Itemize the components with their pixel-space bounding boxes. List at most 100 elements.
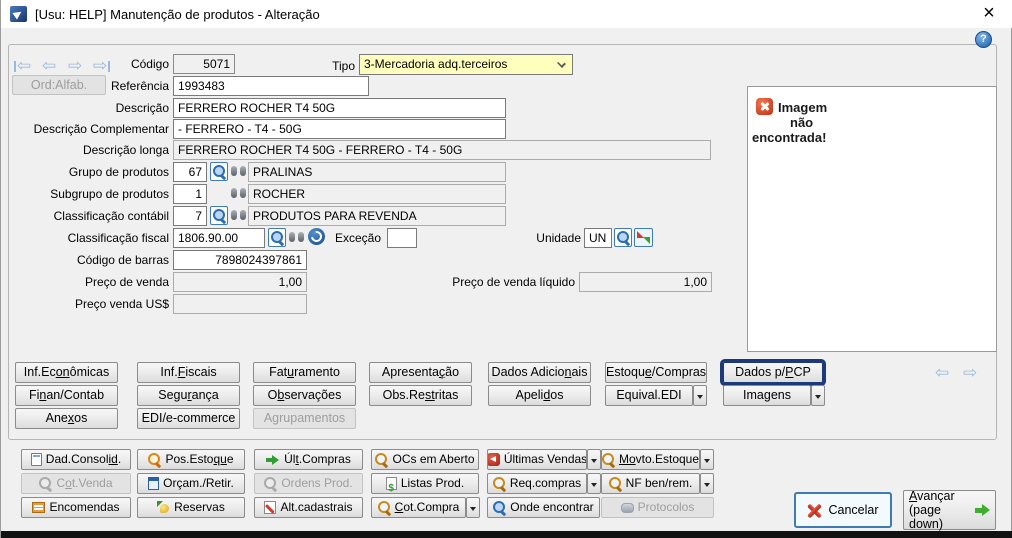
ordens-prod-button: Ordens Prod. bbox=[254, 473, 363, 494]
codigo-barras-field[interactable]: 7898024397861 bbox=[173, 250, 307, 270]
unidade-lookup-button[interactable] bbox=[614, 228, 632, 247]
tab-anexos[interactable]: Anexos bbox=[15, 408, 118, 429]
grupo-code-field[interactable]: 67 bbox=[173, 162, 207, 182]
tab-apelidos[interactable]: Apelidos bbox=[488, 385, 591, 406]
tab-faturamento[interactable]: Faturamento bbox=[253, 362, 356, 383]
movto-estoque-dropdown[interactable] bbox=[700, 449, 714, 470]
cot-compra-dropdown[interactable] bbox=[466, 497, 480, 518]
budget-icon bbox=[148, 477, 159, 490]
codigo-barras-label: Código de barras bbox=[9, 253, 169, 267]
calculator-icon bbox=[32, 502, 45, 513]
pos-estoque-button[interactable]: Pos.Estoque bbox=[137, 449, 245, 470]
req-compras-dropdown[interactable] bbox=[587, 473, 601, 494]
tab-finan-contab[interactable]: Finan/Contab bbox=[15, 385, 118, 406]
tab-agrupamentos: Agrupamentos bbox=[253, 408, 356, 429]
classificacao-fiscal-field[interactable]: 1806.90.00 bbox=[173, 228, 265, 248]
unidade-label: Unidade bbox=[501, 231, 581, 245]
descricao-longa-field: FERRERO ROCHER T4 50G - FERRERO - T4 - 5… bbox=[173, 140, 711, 160]
advance-button[interactable]: Avançar (page down) bbox=[903, 490, 996, 530]
image-next-icon[interactable]: ⇨ bbox=[963, 364, 977, 381]
listas-prod-button[interactable]: Listas Prod. bbox=[371, 473, 479, 494]
ocs-em-aberto-button[interactable]: OCs em Aberto bbox=[371, 449, 479, 470]
descricao-complementar-field[interactable]: - FERRERO - T4 - 50G bbox=[173, 119, 506, 139]
taskbar-strip bbox=[1, 531, 1012, 538]
subgrupo-binoculars-icon[interactable] bbox=[231, 188, 246, 198]
tab-edi-ecommerce[interactable]: EDI/e-commerce bbox=[137, 408, 240, 429]
referencia-label: Referência bbox=[9, 79, 169, 93]
tipo-label: Tipo bbox=[301, 59, 355, 73]
codigo-field[interactable]: 5071 bbox=[173, 54, 235, 74]
window-title: [Usu: HELP] Manutenção de produtos - Alt… bbox=[35, 7, 320, 22]
chevron-down-icon bbox=[557, 59, 566, 68]
image-message-line: encontrada! bbox=[752, 130, 826, 145]
tab-imagens[interactable]: Imagens bbox=[723, 385, 811, 406]
orcam-retir-button[interactable]: Orçam./Retir. bbox=[137, 473, 245, 494]
req-compras-button[interactable]: Req.compras bbox=[487, 473, 587, 494]
search-icon bbox=[602, 453, 615, 466]
tab-estoque-compras[interactable]: Estoque/Compras bbox=[605, 362, 707, 383]
subgrupo-code-field[interactable]: 1 bbox=[173, 184, 207, 204]
referencia-field[interactable]: 1993483 bbox=[173, 76, 369, 96]
tab-inf-fiscais[interactable]: Inf.Fiscais bbox=[137, 362, 240, 383]
ultimas-vendas-button[interactable]: Últimas Vendas bbox=[487, 449, 587, 470]
grupo-label: Grupo de produtos bbox=[9, 165, 169, 179]
protocolos-button: Protocolos bbox=[601, 497, 714, 518]
classificacao-contabil-lookup-button[interactable] bbox=[210, 206, 228, 225]
tab-observacoes[interactable]: Observações bbox=[253, 385, 356, 406]
dad-consolid-button[interactable]: Dad.Consolid. bbox=[21, 449, 131, 470]
classificacao-contabil-code-field[interactable]: 7 bbox=[173, 206, 207, 226]
tab-imagens-dropdown[interactable] bbox=[811, 385, 825, 406]
search-icon bbox=[609, 477, 622, 490]
descricao-field[interactable]: FERRERO ROCHER T4 50G bbox=[173, 98, 506, 118]
search-icon bbox=[213, 209, 226, 222]
preco-venda-liquido-label: Preço de venda líquido bbox=[421, 275, 575, 289]
protocols-icon bbox=[621, 503, 634, 513]
unit-conversion-icon[interactable] bbox=[634, 228, 653, 247]
advance-label: Avançar bbox=[909, 489, 971, 503]
tipo-select[interactable]: 3-Mercadoria adq.terceiros bbox=[359, 54, 573, 75]
search-icon bbox=[375, 453, 388, 466]
image-not-found-icon bbox=[756, 98, 773, 115]
movto-estoque-button[interactable]: Movto.Estoque bbox=[601, 449, 700, 470]
search-icon bbox=[617, 231, 630, 244]
unidade-field[interactable]: UN bbox=[584, 228, 612, 248]
classificacao-fiscal-lookup-button[interactable] bbox=[268, 228, 286, 247]
nf-ben-rem-dropdown[interactable] bbox=[700, 473, 714, 494]
classificacao-contabil-name-field: PRODUTOS PARA REVENDA bbox=[248, 206, 506, 226]
tab-apresentacao[interactable]: Apresentação bbox=[369, 362, 472, 383]
tab-seguranca[interactable]: Segurança bbox=[137, 385, 240, 406]
search-icon bbox=[271, 231, 284, 244]
onde-encontrar-button[interactable]: Onde encontrar bbox=[487, 497, 600, 518]
search-icon bbox=[264, 477, 277, 490]
codigo-label: Código bbox=[9, 57, 169, 71]
ult-compras-button[interactable]: Últ.Compras bbox=[254, 449, 363, 470]
tab-equival-edi[interactable]: Equival.EDI bbox=[605, 385, 693, 406]
preco-venda-liquido-field: 1,00 bbox=[579, 272, 712, 292]
cot-compra-button[interactable]: Cot.Compra bbox=[371, 497, 466, 518]
ultimas-vendas-dropdown[interactable] bbox=[587, 449, 601, 470]
grupo-lookup-button[interactable] bbox=[210, 162, 228, 181]
refresh-icon[interactable] bbox=[308, 228, 325, 245]
tab-dados-adicionais[interactable]: Dados Adicionais bbox=[488, 362, 591, 383]
preco-venda-usd-label: Preço venda US$ bbox=[9, 297, 169, 311]
cancel-button[interactable]: Cancelar bbox=[794, 492, 892, 528]
tab-dados-pcp[interactable]: Dados p/PCP bbox=[723, 362, 823, 383]
help-icon[interactable]: ? bbox=[975, 31, 992, 48]
classificacao-fiscal-binoculars-icon[interactable] bbox=[289, 232, 304, 242]
image-prev-icon[interactable]: ⇦ bbox=[935, 364, 949, 381]
classificacao-fiscal-label: Classificação fiscal bbox=[9, 231, 169, 245]
tab-inf-economicas[interactable]: Inf.Econômicas bbox=[15, 362, 118, 383]
grupo-binoculars-icon[interactable] bbox=[231, 166, 246, 176]
tab-obs-restritas[interactable]: Obs.Restritas bbox=[369, 385, 472, 406]
classificacao-contabil-binoculars-icon[interactable] bbox=[231, 210, 246, 220]
subgrupo-name-field: ROCHER bbox=[248, 184, 506, 204]
excecao-field[interactable] bbox=[387, 228, 417, 248]
tab-equival-edi-dropdown[interactable] bbox=[693, 385, 707, 406]
encomendas-button[interactable]: Encomendas bbox=[21, 497, 131, 518]
nf-ben-rem-button[interactable]: NF ben/rem. bbox=[601, 473, 700, 494]
search-icon bbox=[213, 165, 226, 178]
close-icon[interactable]: × bbox=[977, 1, 1001, 25]
alt-cadastrais-button[interactable]: Alt.cadastrais bbox=[254, 497, 363, 518]
classificacao-contabil-label: Classificação contábil bbox=[9, 209, 169, 223]
reservas-button[interactable]: Reservas bbox=[137, 497, 245, 518]
